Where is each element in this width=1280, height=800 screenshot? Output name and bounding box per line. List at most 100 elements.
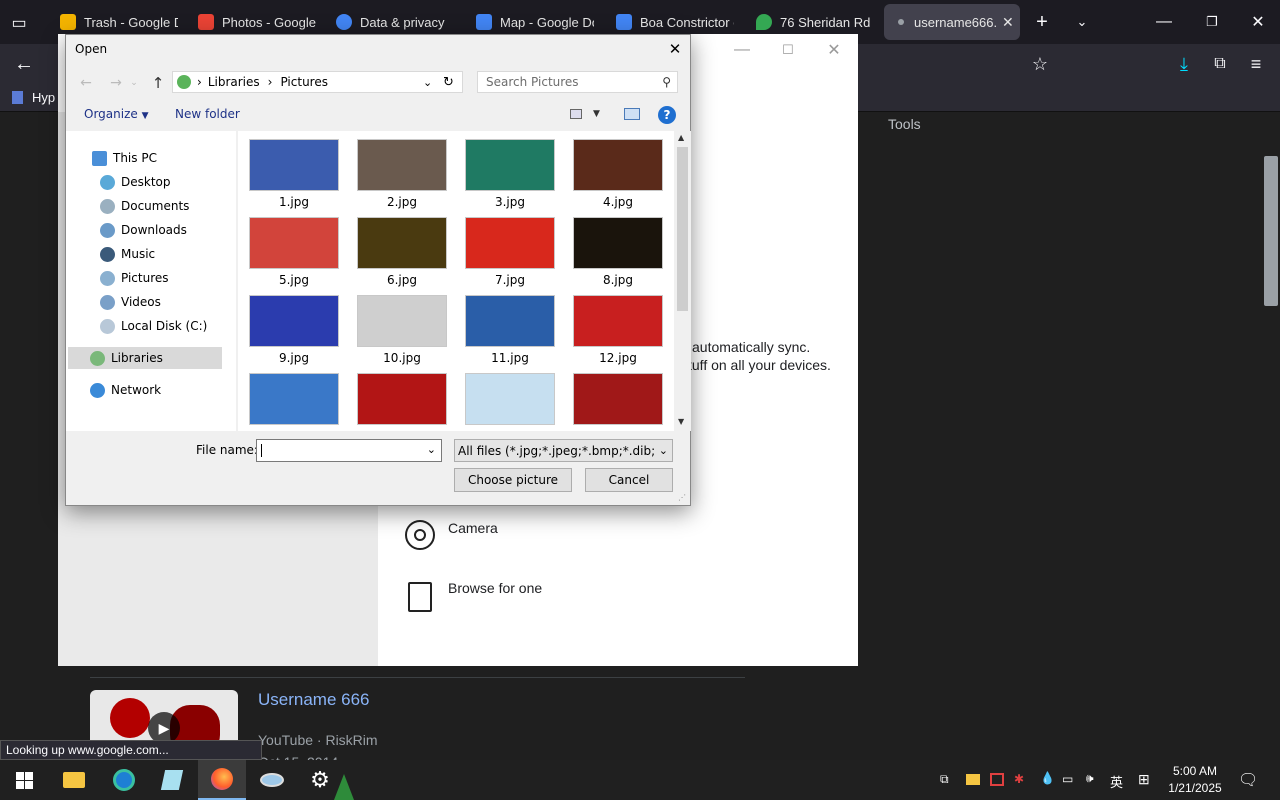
organize-button[interactable]: Organize ▼ (84, 107, 149, 121)
result-title[interactable]: Username 666 (258, 690, 370, 710)
file-item[interactable] (348, 373, 456, 425)
task-view-icon[interactable]: ⧉ (940, 772, 949, 787)
nav-pictures[interactable]: Pictures (66, 267, 236, 289)
choose-picture-button[interactable]: Choose picture (454, 468, 572, 492)
tray-app-icon[interactable] (990, 773, 1004, 786)
restore-icon[interactable]: ❐ (1198, 10, 1226, 34)
address-bar[interactable]: › Libraries › Pictures ⌄ ↻ (172, 71, 463, 93)
app-button[interactable] (248, 760, 296, 800)
resize-grip-icon[interactable]: ⋰ (678, 493, 686, 502)
file-item[interactable] (564, 373, 672, 425)
dialog-close-icon[interactable]: ✕ (664, 39, 686, 59)
help-icon[interactable]: ? (658, 106, 676, 124)
preview-pane-icon[interactable] (624, 108, 640, 120)
file-type-select[interactable]: All files (*.jpg;*.jpeg;*.bmp;*.dib;*.pn… (454, 439, 673, 462)
tray-security-icon[interactable]: ✱ (1014, 772, 1024, 786)
clock-time[interactable]: 5:00 AM (1170, 764, 1220, 778)
nav-label: This PC (113, 151, 157, 165)
file-item[interactable]: 6.jpg (348, 217, 456, 287)
file-scrollbar[interactable]: ▲ ▼ (674, 131, 691, 431)
tools-link[interactable]: Tools (888, 116, 921, 132)
tab-username666[interactable]: username666.e ✕ (884, 4, 1020, 40)
back-arrow-icon[interactable]: ← (12, 52, 36, 76)
dialog-forward-icon[interactable]: → (106, 73, 126, 93)
file-item[interactable]: 5.jpg (240, 217, 348, 287)
windows-logo-icon (15, 771, 33, 789)
address-dropdown-icon[interactable]: ⌄ (423, 76, 432, 89)
view-dropdown-icon[interactable]: ▼ (593, 109, 600, 119)
menu-icon[interactable]: ≡ (1244, 52, 1268, 76)
file-name-dropdown-icon[interactable]: ⌄ (427, 443, 436, 456)
notifications-icon[interactable]: 🗨 (1238, 770, 1258, 790)
extensions-icon[interactable]: ⧉ (1208, 52, 1232, 76)
nav-network[interactable]: Network (66, 379, 236, 401)
close-window-icon[interactable]: ✕ (1244, 10, 1272, 34)
maximize-icon[interactable]: ☐ (776, 40, 800, 60)
view-icon[interactable] (570, 109, 582, 119)
file-item[interactable] (240, 373, 348, 425)
recent-chevron-icon[interactable]: ⌄ (128, 73, 140, 93)
scroll-thumb[interactable] (677, 147, 688, 311)
nav-this-pc[interactable]: This PC (66, 147, 236, 169)
tray-drop-icon[interactable]: 💧 (1040, 771, 1055, 785)
file-name-input[interactable]: ⌄ (256, 439, 442, 462)
bookmark-star-icon[interactable]: ☆ (1028, 52, 1052, 76)
network-tray-icon[interactable]: ▭ (1062, 772, 1073, 786)
bookmark-item[interactable]: Hyp (32, 90, 55, 105)
nav-libraries[interactable]: Libraries (68, 347, 222, 369)
tab-label: Data & privacy (360, 14, 445, 30)
refresh-icon[interactable]: ↻ (443, 75, 454, 90)
close-tab-icon[interactable]: ✕ (1002, 14, 1014, 31)
file-item[interactable]: 1.jpg (240, 139, 348, 209)
download-icon[interactable]: ⤓ (1172, 52, 1196, 76)
file-item[interactable]: 10.jpg (348, 295, 456, 365)
nav-music[interactable]: Music (66, 243, 236, 265)
file-item[interactable]: 12.jpg (564, 295, 672, 365)
nav-desktop[interactable]: Desktop (66, 171, 236, 193)
breadcrumb-pictures[interactable]: Pictures (280, 75, 328, 89)
dialog-back-icon[interactable]: ← (76, 73, 96, 93)
image-thumbnail (357, 295, 447, 347)
notepad-icon (160, 770, 184, 790)
new-tab-icon[interactable]: + (1030, 10, 1054, 34)
minimize-icon[interactable]: — (1150, 10, 1178, 34)
tab-overview-icon[interactable]: ▭ (8, 12, 30, 34)
file-item[interactable]: 2.jpg (348, 139, 456, 209)
file-item[interactable]: 11.jpg (456, 295, 564, 365)
firefox-button[interactable] (198, 760, 246, 800)
sync-text-1: automatically sync. (692, 339, 811, 355)
notepad-button[interactable] (148, 760, 196, 800)
nav-documents[interactable]: Documents (66, 195, 236, 217)
close-icon[interactable]: ✕ (822, 40, 846, 60)
page-scrollbar-thumb[interactable] (1264, 156, 1278, 306)
browse-option[interactable]: Browse for one (448, 580, 542, 596)
breadcrumb-libraries[interactable]: Libraries (208, 75, 260, 89)
search-input[interactable]: Search Pictures ⚲ (477, 71, 678, 93)
camera-option[interactable]: Camera (448, 520, 498, 536)
file-item[interactable]: 3.jpg (456, 139, 564, 209)
scroll-down-icon[interactable]: ▼ (678, 417, 684, 426)
nav-downloads[interactable]: Downloads (66, 219, 236, 241)
nav-videos[interactable]: Videos (66, 291, 236, 313)
new-folder-button[interactable]: New folder (175, 107, 240, 121)
nav-local-disk[interactable]: Local Disk (C:) (66, 315, 236, 337)
list-tabs-chevron-icon[interactable]: ⌄ (1070, 10, 1094, 34)
edge-button[interactable] (100, 760, 148, 800)
up-arrow-icon[interactable]: ↑ (148, 73, 168, 93)
file-item[interactable]: 9.jpg (240, 295, 348, 365)
file-item[interactable]: 4.jpg (564, 139, 672, 209)
taskbar: ⚙ ⧉ ✱ 💧 ▭ 🕪 英 ⊞ 5:00 AM 1/21/2025 🗨 (0, 760, 1280, 800)
ime-icon[interactable]: ⊞ (1138, 771, 1150, 788)
file-item[interactable]: 8.jpg (564, 217, 672, 287)
cancel-button[interactable]: Cancel (585, 468, 673, 492)
start-button[interactable] (0, 760, 48, 800)
scroll-up-icon[interactable]: ▲ (678, 133, 684, 142)
input-language[interactable]: 英 (1110, 772, 1123, 791)
file-item[interactable] (456, 373, 564, 425)
file-item[interactable]: 7.jpg (456, 217, 564, 287)
tray-folder-icon[interactable] (966, 774, 980, 785)
clock-date[interactable]: 1/21/2025 (1166, 781, 1224, 795)
volume-icon[interactable]: 🕪 (1086, 771, 1094, 786)
minimize-icon[interactable]: — (730, 40, 754, 60)
file-explorer-button[interactable] (50, 760, 98, 800)
